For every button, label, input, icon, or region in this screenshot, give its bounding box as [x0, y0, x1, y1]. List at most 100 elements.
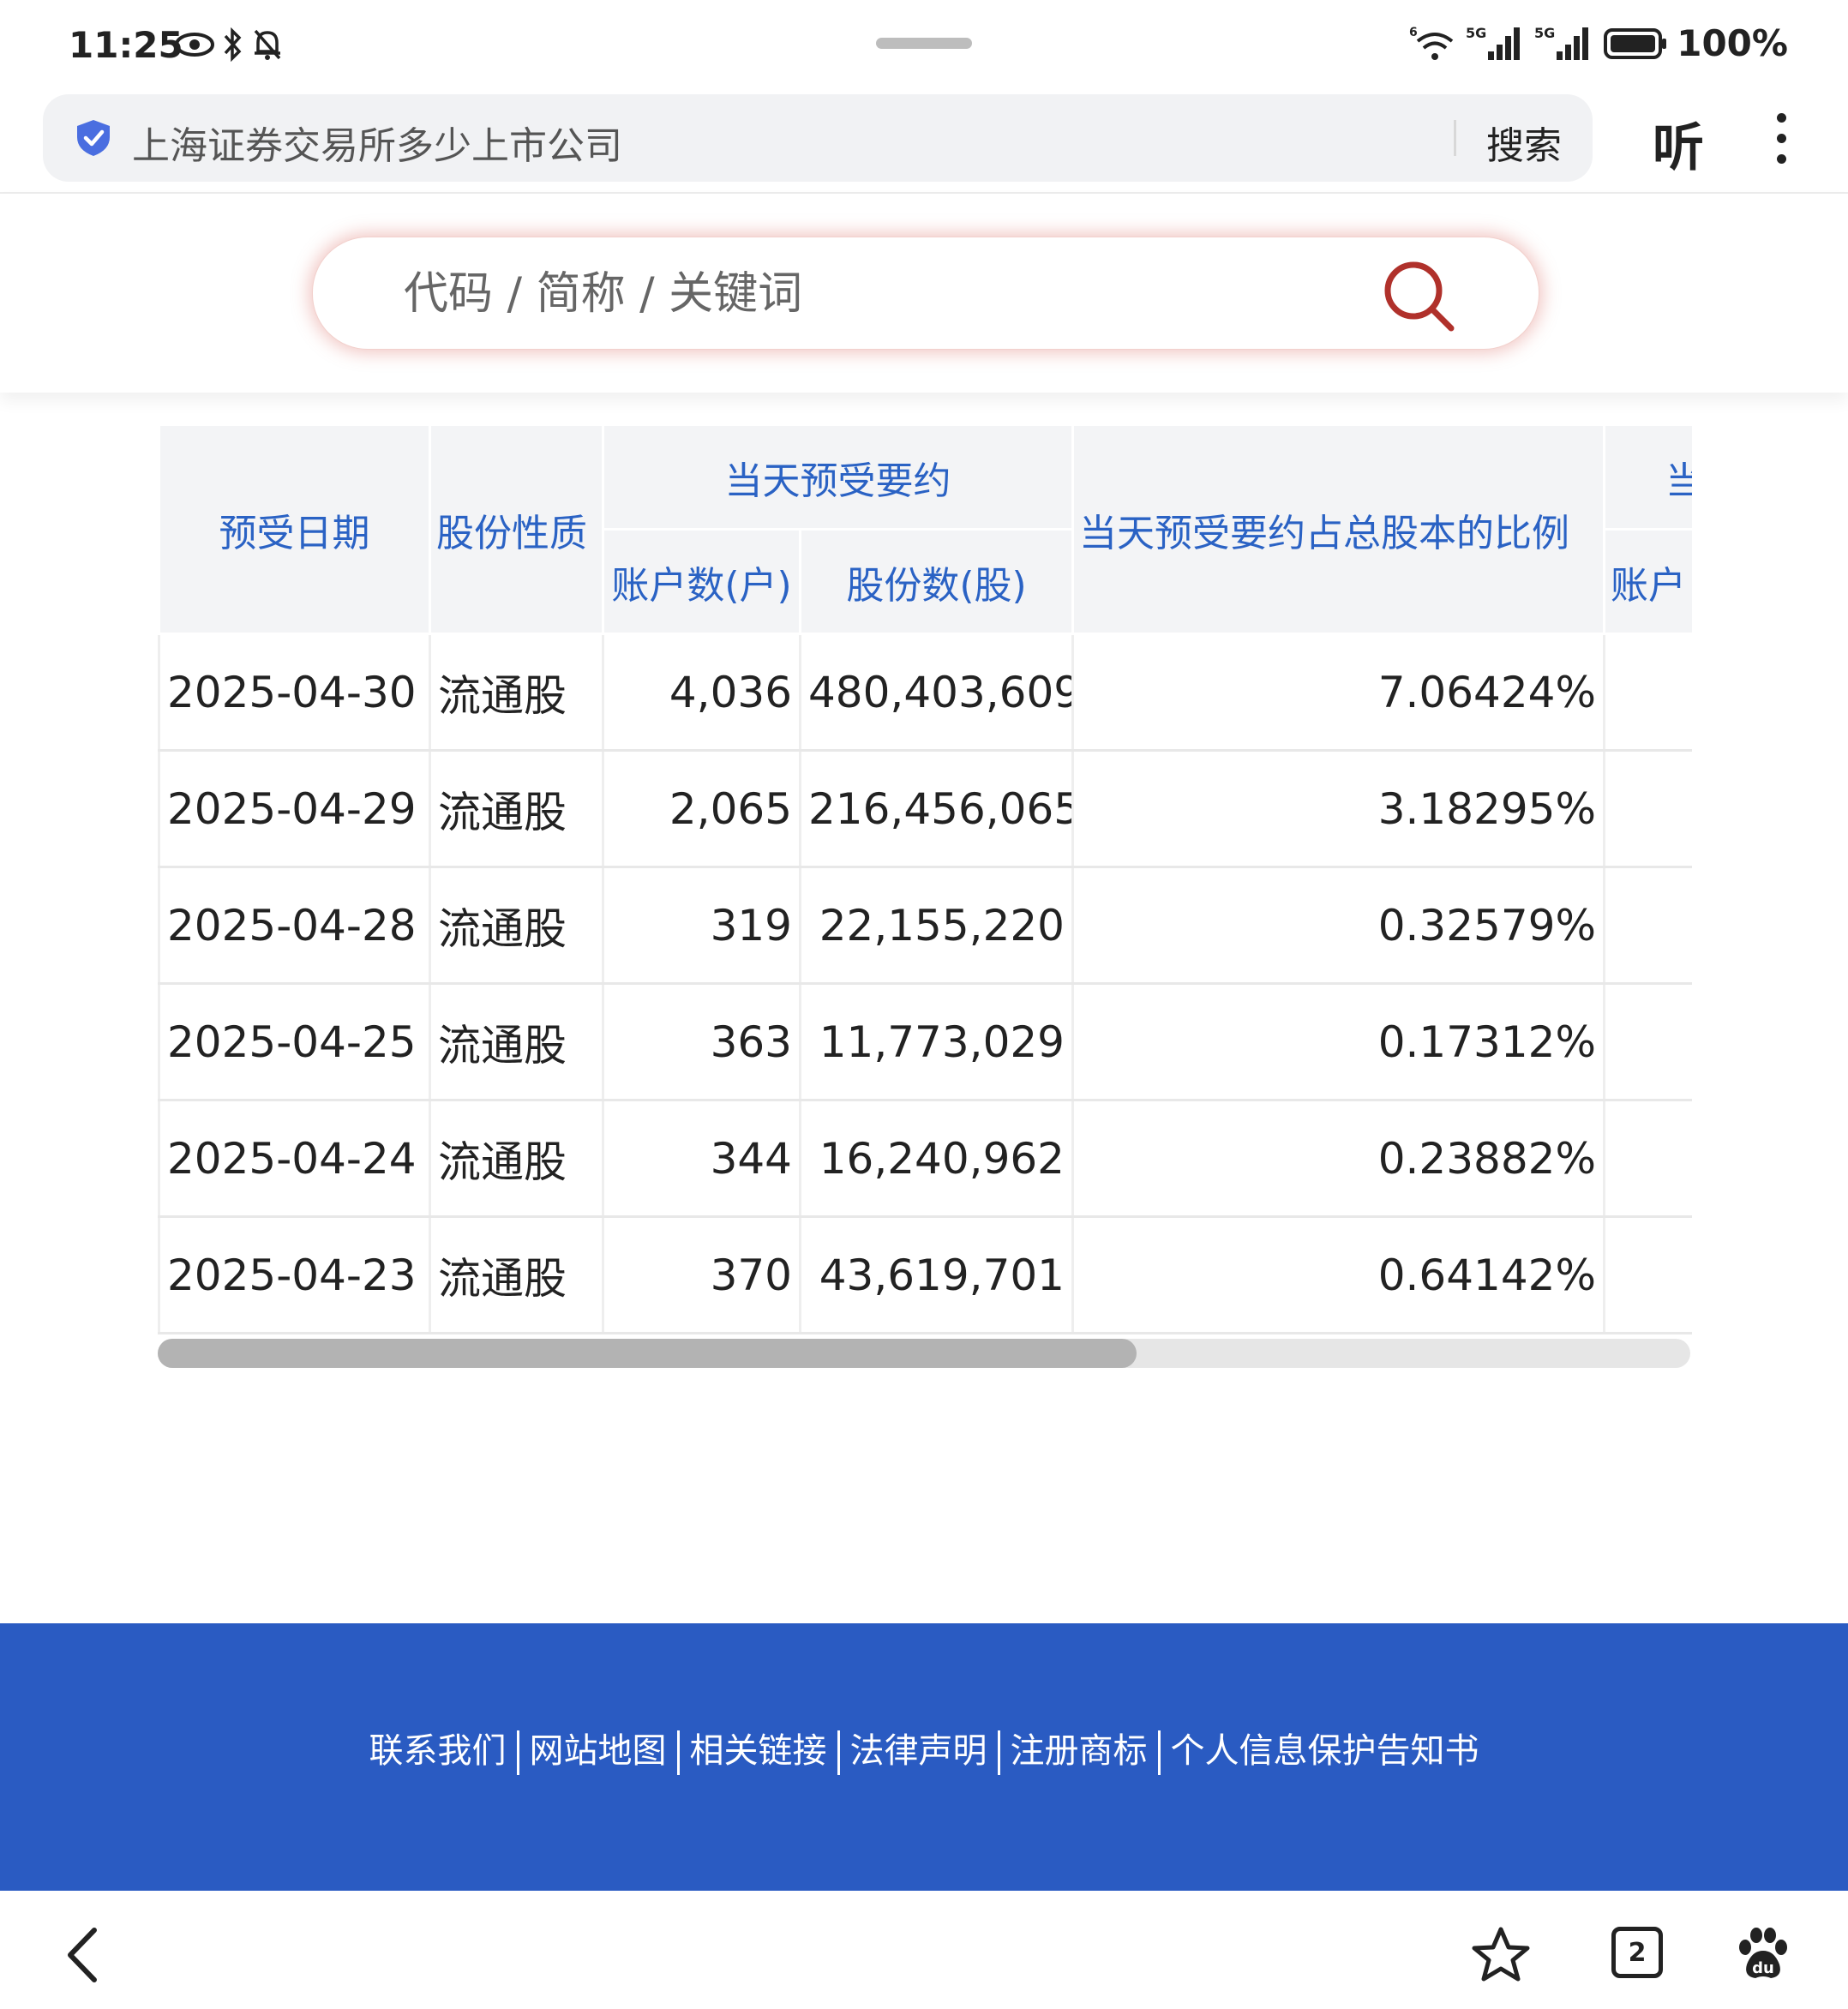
cell-shares: 11,773,029	[800, 983, 1074, 1101]
footer-link-contact[interactable]: 联系我们	[361, 1731, 515, 1771]
cell-shares: 480,403,609	[800, 633, 1074, 752]
cell-nature: 流通股	[429, 633, 604, 752]
signal-label-2: 5G	[1534, 25, 1555, 41]
cell-nature: 流通股	[429, 1100, 604, 1218]
bell-off-icon	[254, 29, 281, 60]
cell-ratio: 3.18295%	[1072, 750, 1605, 868]
header-ratio: 当天预受要约占总股本的比例	[1071, 423, 1605, 635]
svg-text:du: du	[1752, 1959, 1774, 1977]
cell-next	[1604, 867, 1692, 985]
cell-accounts: 344	[603, 1100, 801, 1218]
signal-5g-icon-2: 5G	[1534, 25, 1589, 60]
header-accounts-next: 账户	[1603, 528, 1692, 635]
header-shares: 股份数(股)	[799, 528, 1074, 635]
table-row: 2025-04-30 流通股 4,036 480,403,609 7.06424…	[158, 633, 1692, 752]
more-vertical-icon[interactable]	[1766, 106, 1797, 175]
status-time: 11:25	[69, 24, 183, 66]
baidu-paw-icon[interactable]: du	[1733, 1925, 1793, 1985]
cell-shares: 43,619,701	[800, 1216, 1074, 1334]
cell-shares: 216,456,065	[800, 750, 1074, 868]
footer-link-sitemap[interactable]: 网站地图	[521, 1731, 675, 1771]
battery-percent: 100%	[1677, 22, 1788, 64]
bluetooth-icon	[224, 27, 242, 62]
cell-shares: 16,240,962	[800, 1100, 1074, 1218]
cell-next	[1604, 1216, 1692, 1334]
address-bar[interactable]: 上海证券交易所多少上市公司 搜索	[43, 94, 1593, 182]
cell-ratio: 0.64142%	[1072, 1216, 1605, 1334]
signal-5g-icon: 5G	[1466, 25, 1521, 60]
scrollbar-thumb[interactable]	[158, 1339, 1137, 1368]
header-nature: 股份性质	[429, 423, 604, 635]
footer-links: 联系我们 网站地图 相关链接 法律声明 注册商标 个人信息保护告知书	[0, 1723, 1848, 1775]
cell-next	[1604, 633, 1692, 752]
cell-nature: 流通股	[429, 867, 604, 985]
address-divider	[1454, 120, 1456, 156]
cell-ratio: 0.23882%	[1072, 1100, 1605, 1218]
eye-icon	[175, 33, 214, 57]
cell-accounts: 370	[603, 1216, 801, 1334]
footer-separator	[1157, 1730, 1161, 1775]
drag-handle[interactable]	[876, 38, 972, 49]
table-horizontal-scrollbar[interactable]	[158, 1339, 1690, 1368]
footer-separator	[516, 1730, 519, 1775]
signal-label-1: 5G	[1466, 25, 1486, 41]
cell-date: 2025-04-25	[158, 983, 431, 1101]
listen-button[interactable]: 听	[1653, 106, 1704, 181]
footer-separator	[837, 1730, 840, 1775]
status-right-icons: 6 5G 5G 100%	[1409, 22, 1788, 64]
table-row: 2025-04-24 流通股 344 16,240,962 0.23882%	[158, 1100, 1692, 1218]
battery-icon	[1604, 27, 1667, 59]
cell-date: 2025-04-24	[158, 1100, 431, 1218]
cell-accounts: 363	[603, 983, 801, 1101]
cell-next	[1604, 1100, 1692, 1218]
search-icon[interactable]	[1381, 258, 1458, 335]
wifi-icon: 6	[1409, 26, 1454, 60]
footer-link-privacy[interactable]: 个人信息保护告知书	[1162, 1731, 1488, 1771]
status-bar: 11:25 6 5G 5G 100%	[0, 0, 1848, 93]
cell-ratio: 7.06424%	[1072, 633, 1605, 752]
footer-link-trademark[interactable]: 注册商标	[1002, 1731, 1156, 1771]
tab-count: 2	[1628, 1937, 1647, 1968]
cell-accounts: 2,065	[603, 750, 801, 868]
shield-check-icon	[77, 120, 110, 156]
header-group-today: 当天预受要约	[602, 423, 1074, 531]
cell-next	[1604, 983, 1692, 1101]
cell-nature: 流通股	[429, 1216, 604, 1334]
table-row: 2025-04-28 流通股 319 22,155,220 0.32579%	[158, 867, 1692, 985]
cell-ratio: 0.17312%	[1072, 983, 1605, 1101]
cell-date: 2025-04-29	[158, 750, 431, 868]
bottom-navigation: 2 du	[0, 1891, 1848, 2009]
tabs-icon[interactable]: 2	[1611, 1927, 1663, 1978]
table-row: 2025-04-25 流通股 363 11,773,029 0.17312%	[158, 983, 1692, 1101]
cell-next	[1604, 750, 1692, 868]
address-search-button[interactable]: 搜索	[1486, 115, 1562, 170]
search-area	[0, 194, 1848, 393]
chevron-left-icon[interactable]	[58, 1925, 110, 1985]
cell-accounts: 319	[603, 867, 801, 985]
cell-nature: 流通股	[429, 983, 604, 1101]
footer-link-legal[interactable]: 法律声明	[842, 1731, 996, 1771]
search-box[interactable]	[312, 237, 1539, 350]
address-query[interactable]: 上海证券交易所多少上市公司	[132, 115, 622, 170]
footer-separator	[676, 1730, 680, 1775]
table-row: 2025-04-23 流通股 370 43,619,701 0.64142%	[158, 1216, 1692, 1334]
header-group-next: 当	[1603, 423, 1692, 531]
offer-table: 预受日期 股份性质 当天预受要约 当天预受要约占总股本的比例 当 账户数(户) …	[158, 423, 1692, 1334]
cell-date: 2025-04-23	[158, 1216, 431, 1334]
header-accounts: 账户数(户)	[602, 528, 801, 635]
search-input[interactable]	[402, 263, 1348, 325]
footer-link-related[interactable]: 相关链接	[681, 1731, 836, 1771]
offer-table-container[interactable]: 预受日期 股份性质 当天预受要约 当天预受要约占总股本的比例 当 账户数(户) …	[158, 423, 1692, 1339]
cell-date: 2025-04-28	[158, 867, 431, 985]
cell-ratio: 0.32579%	[1072, 867, 1605, 985]
wifi-label: 6	[1409, 26, 1418, 39]
footer-separator	[997, 1730, 1000, 1775]
cell-nature: 流通股	[429, 750, 604, 868]
cell-date: 2025-04-30	[158, 633, 431, 752]
status-left-icons	[174, 27, 284, 62]
table-row: 2025-04-29 流通股 2,065 216,456,065 3.18295…	[158, 750, 1692, 868]
star-icon[interactable]	[1471, 1925, 1531, 1985]
site-footer: 联系我们 网站地图 相关链接 法律声明 注册商标 个人信息保护告知书	[0, 1623, 1848, 1891]
cell-accounts: 4,036	[603, 633, 801, 752]
cell-shares: 22,155,220	[800, 867, 1074, 985]
